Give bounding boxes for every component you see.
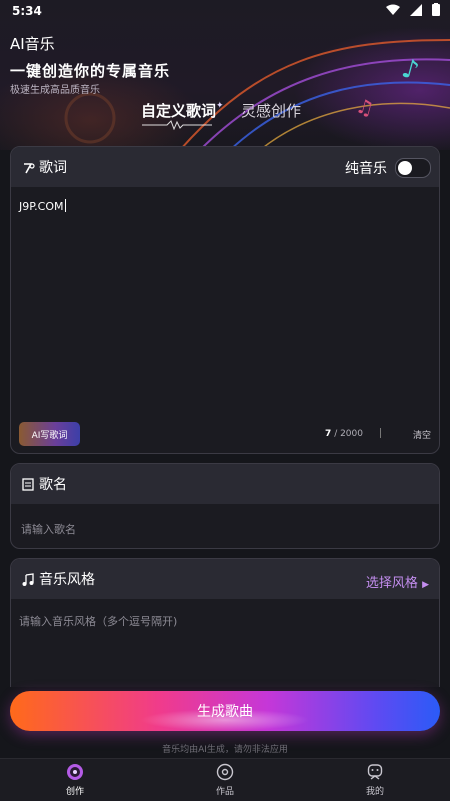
generate-song-button[interactable]: 生成歌曲 [10,691,440,731]
triangle-right-icon: ▶ [422,580,429,590]
music-style-title: 音乐风格 [39,572,95,588]
tab-label: 自定义歌词 [141,102,217,120]
song-name-header: 歌名 [11,464,439,504]
nav-works[interactable]: 作品 [150,759,300,801]
nav-create[interactable]: 创作 [0,759,150,801]
signal-icon [410,3,422,16]
active-tab-indicator [142,120,212,130]
status-bar: 5:34 [0,0,450,22]
lyrics-icon [20,159,36,175]
status-time: 5:34 [12,4,42,18]
song-name-title: 歌名 [39,477,67,493]
nav-profile[interactable]: 我的 [300,759,450,801]
char-count: 7 [325,429,332,439]
clear-button[interactable]: 清空 [413,428,431,441]
music-style-card: 音乐风格 选择风格 ▶ 请输入音乐风格（多个逗号隔开) [10,558,440,687]
nav-label: 创作 [65,787,84,797]
nav-label: 作品 [215,787,234,797]
music-note-icon [20,571,36,587]
lyrics-value: J9P.COM [19,200,64,213]
char-counter: 7 / 2000 [325,429,363,439]
select-style-button[interactable]: 选择风格 ▶ [366,572,429,591]
disclaimer-text: 音乐均由AI生成，请勿非法应用 [162,745,288,755]
generate-label: 生成歌曲 [197,704,253,720]
lyrics-input[interactable]: J9P.COM [19,199,66,213]
works-icon [216,763,234,781]
lyrics-card-header: 歌词 纯音乐 [11,147,439,187]
char-max: / 2000 [334,429,363,439]
create-icon [67,764,83,780]
sparkle-icon: ✦ [216,101,224,111]
document-icon [20,476,36,492]
page-subline: 极速生成高品质音乐 [10,85,100,96]
bottom-nav: 创作 作品 我的 [0,758,450,801]
tab-inspiration[interactable]: 灵感创作 [241,100,301,121]
battery-icon [432,3,440,16]
divider [380,428,381,438]
app-title: AI音乐 [10,35,55,53]
lyrics-title: 歌词 [39,160,67,176]
text-cursor [64,199,66,212]
profile-icon [367,764,383,780]
tab-label: 灵感创作 [241,102,302,120]
instrumental-label: 纯音乐 [345,161,387,177]
song-name-card: 歌名 请输入歌名 [10,463,440,549]
lyrics-card: 歌词 纯音乐 J9P.COM AI写歌词 7 / 2000 清空 [10,146,440,454]
instrumental-toggle[interactable] [395,158,431,178]
page-headline: 一键创造你的专属音乐 [10,62,171,80]
music-style-input[interactable]: 请输入音乐风格（多个逗号隔开) [19,613,177,629]
wifi-icon [386,4,400,15]
toggle-knob [398,161,412,175]
song-name-input[interactable]: 请输入歌名 [21,521,76,537]
music-style-header: 音乐风格 选择风格 ▶ [11,559,439,599]
nav-label: 我的 [365,787,384,797]
ai-write-lyrics-button[interactable]: AI写歌词 [19,422,80,446]
tab-custom-lyrics[interactable]: 自定义歌词✦ [141,100,224,121]
select-style-label: 选择风格 [365,576,418,591]
